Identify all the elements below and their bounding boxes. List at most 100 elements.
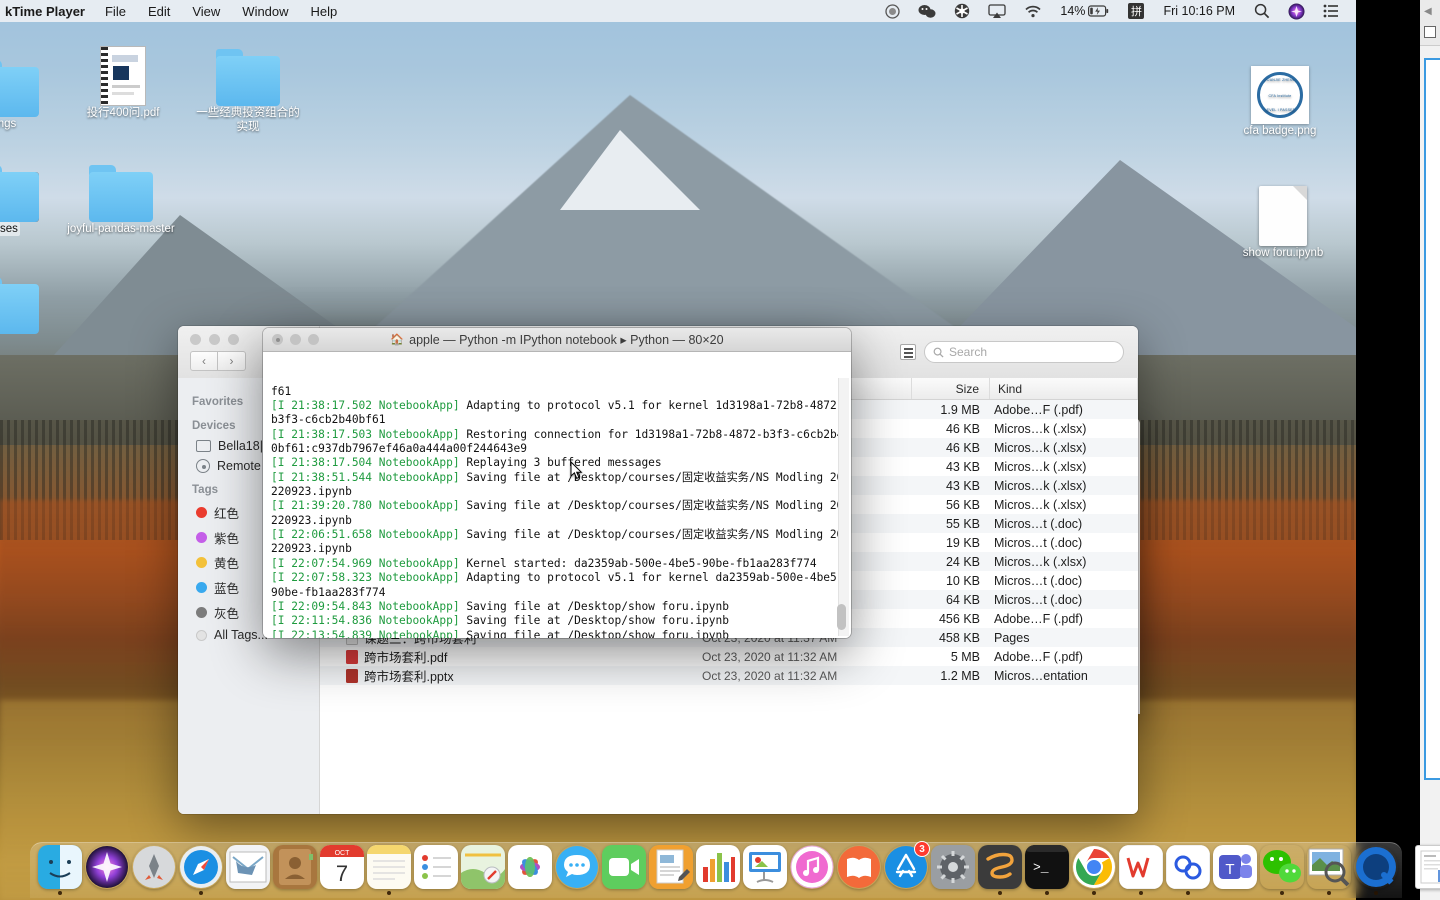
record-icon[interactable] (876, 3, 909, 19)
desktop-icon-folder-ngs[interactable]: ngs (0, 55, 62, 131)
battery-status[interactable]: 14% (1051, 4, 1119, 18)
cell-kind: Pages (994, 630, 1030, 645)
tunnelblick-icon[interactable] (945, 3, 979, 19)
wifi-icon[interactable] (1015, 4, 1051, 18)
terminal-timestamp: [I 22:11:54.836 NotebookApp] (271, 614, 460, 628)
maximize-button[interactable] (228, 334, 239, 345)
calendar-icon: OCT 7 (319, 845, 364, 889)
dock-item-wechat[interactable] (1258, 843, 1305, 895)
terminal-scrollbar[interactable] (837, 378, 849, 636)
running-indicator (997, 891, 1002, 895)
dock-item-mail[interactable] (224, 843, 271, 895)
dock-item-launchpad[interactable] (130, 843, 177, 895)
home-icon: 🏠 (390, 334, 405, 346)
wechat-icon[interactable] (909, 4, 945, 19)
dock-item-reminders[interactable] (412, 843, 459, 895)
disc-icon (196, 459, 210, 473)
dock-item-wps-office[interactable] (1117, 843, 1164, 895)
column-header-size[interactable]: Size (912, 378, 990, 399)
menu-window[interactable]: Window (231, 4, 299, 19)
siri-icon[interactable] (1279, 3, 1314, 20)
menu-help[interactable]: Help (300, 4, 349, 19)
cell-kind: Micros…t (.doc) (994, 573, 1083, 588)
forward-button[interactable]: › (218, 351, 246, 371)
dock-item-keynote[interactable] (741, 843, 788, 895)
close-button[interactable] (190, 334, 201, 345)
dock-item-app-store[interactable]: 3 (882, 841, 930, 895)
back-button[interactable]: ‹ (190, 351, 218, 371)
back-arrow-icon[interactable]: ◀ (1424, 6, 1432, 17)
chrome-icon (1072, 845, 1116, 889)
desktop-icon-investment-portfolios-folder[interactable]: 一些经典投资组合的实现 (193, 44, 303, 134)
tag-color-dot (196, 507, 207, 518)
svg-text:OCT: OCT (334, 850, 350, 857)
input-method-indicator[interactable]: 拼 (1119, 3, 1153, 19)
running-indicator (1373, 891, 1378, 895)
dock-item-photos[interactable] (506, 843, 553, 895)
table-row[interactable]: 跨市场套利.pptx Oct 23, 2020 at 11:32 AM 1.2 MB… (320, 666, 1138, 685)
menubar-app-name[interactable]: kTime Player (0, 4, 94, 19)
dock-item-maps[interactable] (459, 843, 506, 895)
desktop-icon-show-foru-ipynb[interactable]: show foru.ipynb (1228, 184, 1338, 260)
desktop-icon-folder-extra[interactable] (0, 272, 62, 334)
dock-item-itunes[interactable] (788, 843, 835, 895)
dock-item-system-preferences[interactable] (929, 843, 976, 895)
search-icon[interactable] (1245, 3, 1279, 19)
dock-item-terminal[interactable]: >_ (1023, 843, 1070, 895)
cell-date: Oct 23, 2020 at 11:32 AM (702, 649, 838, 664)
dock-item-baidu-netdisk[interactable] (1164, 843, 1211, 895)
cell-size: 56 KB (945, 497, 980, 512)
list-icon[interactable] (1314, 4, 1348, 18)
minimize-button[interactable] (209, 334, 220, 345)
save-icon[interactable] (1424, 26, 1436, 38)
dock-item-preview[interactable] (1305, 843, 1352, 895)
desktop-icon-投行400问-pdf[interactable]: 投行400问.pdf (68, 44, 178, 120)
file-type-icon (346, 668, 358, 683)
dock-item-documents-stack[interactable] (1415, 843, 1440, 895)
terminal-window[interactable]: 🏠 apple — Python -m IPython notebook ▸ P… (263, 328, 851, 638)
minimize-button[interactable] (290, 334, 301, 345)
dock-item-finder[interactable] (36, 843, 83, 895)
input-method-label: 拼 (1128, 3, 1145, 19)
dock-item-calendar[interactable]: OCT 7 (318, 843, 365, 895)
desktop-icon-joyful-pandas-master[interactable]: joyful-pandas-master (66, 160, 176, 236)
menu-view[interactable]: View (181, 4, 231, 19)
running-indicator (340, 891, 344, 895)
desktop-icon-folder-rses[interactable]: rses (0, 160, 62, 236)
svg-text:T: T (1225, 861, 1234, 878)
close-button[interactable] (272, 334, 283, 345)
dock-item-numbers[interactable] (694, 843, 741, 895)
terminal-titlebar[interactable]: 🏠 apple — Python -m IPython notebook ▸ P… (263, 328, 851, 352)
menubar-clock[interactable]: Fri 10:16 PM (1153, 4, 1245, 18)
desktop-icon-cfa-badge-png[interactable]: YUANJIE ZHENG CFA Institute LEVEL I PASS… (1225, 62, 1335, 138)
dock-item-contacts[interactable] (271, 843, 318, 895)
dock-item-quicktime-player[interactable] (1352, 843, 1399, 895)
finder-icon (37, 845, 82, 889)
dock-item-notes[interactable] (365, 843, 412, 895)
dock-item-microsoft-teams[interactable]: T (1211, 843, 1258, 895)
table-row[interactable]: 跨市场套利.pdf Oct 23, 2020 at 11:32 AM 5 MB Ado… (320, 647, 1138, 666)
terminal-output[interactable]: f61 [I 21:38:17.502 NotebookApp] Adaptin… (263, 352, 851, 638)
menu-edit[interactable]: Edit (137, 4, 181, 19)
secondary-panel (1424, 58, 1440, 780)
notes-icon (366, 845, 411, 889)
airplay-icon[interactable] (979, 3, 1015, 19)
maximize-button[interactable] (308, 334, 319, 345)
dock-item-safari[interactable] (177, 843, 224, 895)
dock-item-ibooks[interactable] (835, 843, 882, 895)
group-by-icon[interactable] (900, 344, 916, 360)
dock-item-pages[interactable] (647, 843, 694, 895)
running-indicator (1185, 891, 1190, 895)
tag-color-dot (196, 607, 207, 618)
dock-item-messages[interactable] (553, 843, 600, 895)
dock-item-sublime-text[interactable] (976, 843, 1023, 895)
column-header-kind[interactable]: Kind (990, 378, 1138, 399)
wechat-icon (1260, 845, 1304, 889)
search-input[interactable]: Search (924, 341, 1124, 363)
dock-item-siri[interactable] (83, 843, 130, 895)
dock-item-chrome[interactable] (1070, 843, 1117, 895)
scrollbar-thumb[interactable] (837, 604, 846, 630)
sidebar-item-label: 灰色 (214, 607, 240, 621)
menu-file[interactable]: File (94, 4, 137, 19)
dock-item-facetime[interactable] (600, 843, 647, 895)
